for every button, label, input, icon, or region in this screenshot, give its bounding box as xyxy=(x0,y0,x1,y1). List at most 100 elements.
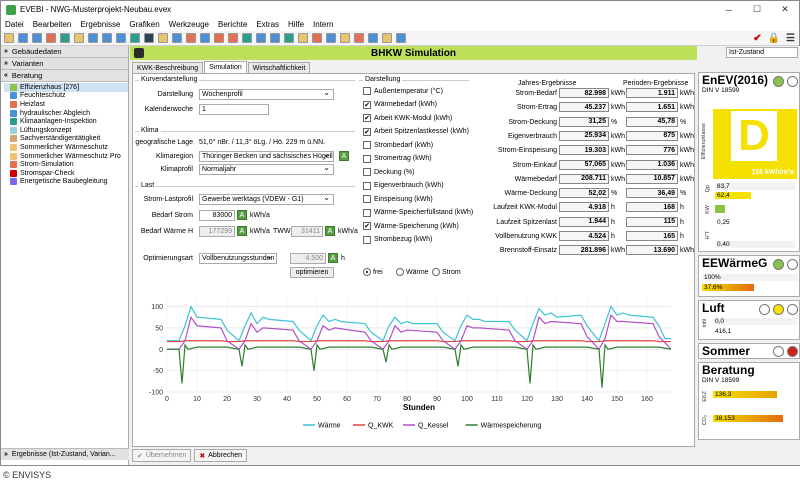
checkbox-box[interactable] xyxy=(363,181,371,190)
toolbar-tool-icon[interactable] xyxy=(102,33,112,43)
optimieren-button[interactable]: optimieren xyxy=(290,267,334,278)
toolbar-tool-icon[interactable] xyxy=(46,33,56,43)
sidebar-item[interactable]: Heizlast xyxy=(4,100,128,109)
darstellung-select[interactable]: Wochenprofil xyxy=(199,89,334,100)
toolbar-tool-icon[interactable] xyxy=(228,33,238,43)
sidebar-header-beratung[interactable]: «Beratung xyxy=(1,70,128,82)
toolbar-tool-icon[interactable] xyxy=(172,33,182,43)
bedarf-waerme-input[interactable]: 177299 xyxy=(199,226,235,237)
bedarf-strom-input[interactable]: 83000 xyxy=(199,210,235,221)
darstellung-checkbox[interactable]: Strombezug (kWh) xyxy=(363,235,432,244)
darstellung-checkbox[interactable]: ✔ Arbeit KWK-Modul (kWh) xyxy=(363,114,452,122)
checkbox-box[interactable] xyxy=(363,141,371,149)
toolbar-tool-icon[interactable] xyxy=(130,33,140,43)
menu-extras[interactable]: Extras xyxy=(256,20,279,29)
toolbar-tool-icon[interactable] xyxy=(144,33,154,43)
sidebar-item[interactable]: Sommerlicher Wärmeschutz Pro xyxy=(4,152,128,161)
toolbar-tool-icon[interactable] xyxy=(382,33,392,43)
menu-berichte[interactable]: Berichte xyxy=(218,20,247,29)
toolbar-tool-icon[interactable] xyxy=(32,33,42,43)
sidebar-item[interactable]: Effizienzhaus [276] xyxy=(4,83,128,92)
sidebar-item[interactable]: Stromspar-Check xyxy=(4,169,128,178)
close-button[interactable]: ✕ xyxy=(771,1,799,18)
toolbar-tool-icon[interactable] xyxy=(88,33,98,43)
sidebar-item[interactable]: Feuchteschutz xyxy=(4,92,128,101)
uebernehmen-button[interactable]: ✔ Übernehmen xyxy=(132,449,192,462)
sidebar-item[interactable]: hydraulischer Abgleich xyxy=(4,109,128,118)
hours-edit-button[interactable]: A xyxy=(328,253,338,263)
toolbar-tool-icon[interactable] xyxy=(116,33,126,43)
sidebar-item[interactable]: Lüftungskonzept xyxy=(4,126,128,135)
menu-hilfe[interactable]: Hilfe xyxy=(288,20,304,29)
darstellung-checkbox[interactable]: ✔ Wärme-Speicherung (kWh) xyxy=(363,222,459,230)
bedarf-waerme-edit-button[interactable]: A xyxy=(237,226,247,236)
sidebar-item[interactable]: Strom-Simulation xyxy=(4,160,128,169)
toolbar-tool-icon[interactable] xyxy=(74,33,84,43)
radio-waerme[interactable]: Wärme xyxy=(396,268,429,276)
sidebar-item[interactable]: Energetische Baubegleitung xyxy=(4,178,128,187)
optimierungsart-select[interactable]: Vollbenutzungsstunden xyxy=(199,253,277,264)
toolbar-tool-icon[interactable] xyxy=(298,33,308,43)
menu-werkzeuge[interactable]: Werkzeuge xyxy=(169,20,209,29)
checkbox-box[interactable] xyxy=(363,208,371,217)
klimaprofil-select[interactable]: Normaljahr xyxy=(199,164,334,175)
toolbar-tool-icon[interactable] xyxy=(256,33,266,43)
checkbox-box[interactable] xyxy=(363,154,371,163)
menu-datei[interactable]: Datei xyxy=(5,20,24,29)
checkbox-box[interactable]: ✔ xyxy=(363,222,371,230)
toolbar-tool-icon[interactable] xyxy=(270,33,280,43)
toolbar-tool-icon[interactable] xyxy=(186,33,196,43)
darstellung-checkbox[interactable]: Stromertrag (kWh) xyxy=(363,154,432,163)
sidebar-item[interactable]: Sommerlicher Wärmeschutz xyxy=(4,143,128,152)
checkbox-box[interactable]: ✔ xyxy=(363,100,371,109)
checkbox-box[interactable] xyxy=(363,195,371,203)
sidebar-header-varianten[interactable]: » Varianten xyxy=(1,58,128,70)
menu-ergebnisse[interactable]: Ergebnisse xyxy=(80,20,120,29)
menu-grafiken[interactable]: Grafiken xyxy=(129,20,159,29)
radio-frei[interactable]: frei xyxy=(363,268,383,276)
toolbar-tool-icon[interactable] xyxy=(354,33,364,43)
toolbar-tool-icon[interactable] xyxy=(214,33,224,43)
tww-edit-button[interactable]: A xyxy=(325,226,335,236)
toolbar-tool-icon[interactable] xyxy=(60,33,70,43)
toolbar-tool-icon[interactable] xyxy=(340,33,350,43)
menu-intern[interactable]: Intern xyxy=(313,20,333,29)
sidebar-header-gebaeudedaten[interactable]: » Gebäudedaten xyxy=(1,46,128,58)
maximize-button[interactable]: ☐ xyxy=(743,1,771,18)
checkbox-box[interactable] xyxy=(363,87,371,95)
check-icon[interactable]: ✔ xyxy=(753,33,761,44)
zustand-select[interactable]: Ist-Zustand xyxy=(726,47,798,58)
checkbox-box[interactable]: ✔ xyxy=(363,114,371,122)
darstellung-checkbox[interactable]: Außentemperatur (°C) xyxy=(363,87,443,95)
toolbar-tool-icon[interactable] xyxy=(158,33,168,43)
toolbar-tool-icon[interactable] xyxy=(326,33,336,43)
darstellung-checkbox[interactable]: Wärme-Speicherfüllstand (kWh) xyxy=(363,208,473,217)
tab-simulation[interactable]: Simulation xyxy=(204,61,247,73)
toolbar-tool-icon[interactable] xyxy=(284,33,294,43)
tab-wirtschaftlichkeit[interactable]: Wirtschaftlichkeit xyxy=(247,62,311,73)
checkbox-box[interactable]: ✔ xyxy=(363,127,371,136)
toolbar-tool-icon[interactable] xyxy=(312,33,322,43)
tww-input[interactable]: 31411 xyxy=(291,226,323,237)
darstellung-checkbox[interactable]: ✔ Wärmebedarf (kWh) xyxy=(363,100,437,109)
darstellung-checkbox[interactable]: Strombedarf (kWh) xyxy=(363,141,433,149)
sidebar-item[interactable]: Klimaanlagen-Inspektion xyxy=(4,117,128,126)
toolbar-tool-icon[interactable] xyxy=(18,33,28,43)
darstellung-checkbox[interactable]: ✔ Arbeit Spitzenlastkessel (kWh) xyxy=(363,127,469,136)
toolbar-tool-icon[interactable] xyxy=(4,33,14,43)
checkbox-box[interactable] xyxy=(363,168,371,176)
darstellung-checkbox[interactable]: Eigenverbrauch (kWh) xyxy=(363,181,444,190)
radio-strom[interactable]: Strom xyxy=(432,268,461,276)
bedarf-strom-edit-button[interactable]: A xyxy=(237,210,247,220)
toolbar-tool-icon[interactable] xyxy=(242,33,252,43)
menu-bearbeiten[interactable]: Bearbeiten xyxy=(33,20,72,29)
toolbar-tool-icon[interactable] xyxy=(200,33,210,43)
tab-kwk-beschreibung[interactable]: KWK-Beschreibung xyxy=(132,62,204,73)
darstellung-checkbox[interactable]: Einspeisung (kWh) xyxy=(363,195,433,203)
checkbox-box[interactable] xyxy=(363,235,371,244)
lock-icon[interactable]: 🔒 xyxy=(768,33,780,44)
sidebar-footer-ergebnisse[interactable]: » Ergebnisse (Ist-Zustand, Varian... xyxy=(1,448,129,460)
toolbar-tool-icon[interactable] xyxy=(396,33,406,43)
menu-icon[interactable]: ☰ xyxy=(786,33,795,44)
vollbenutzungsstunden-input[interactable]: 4.500 xyxy=(290,253,326,264)
